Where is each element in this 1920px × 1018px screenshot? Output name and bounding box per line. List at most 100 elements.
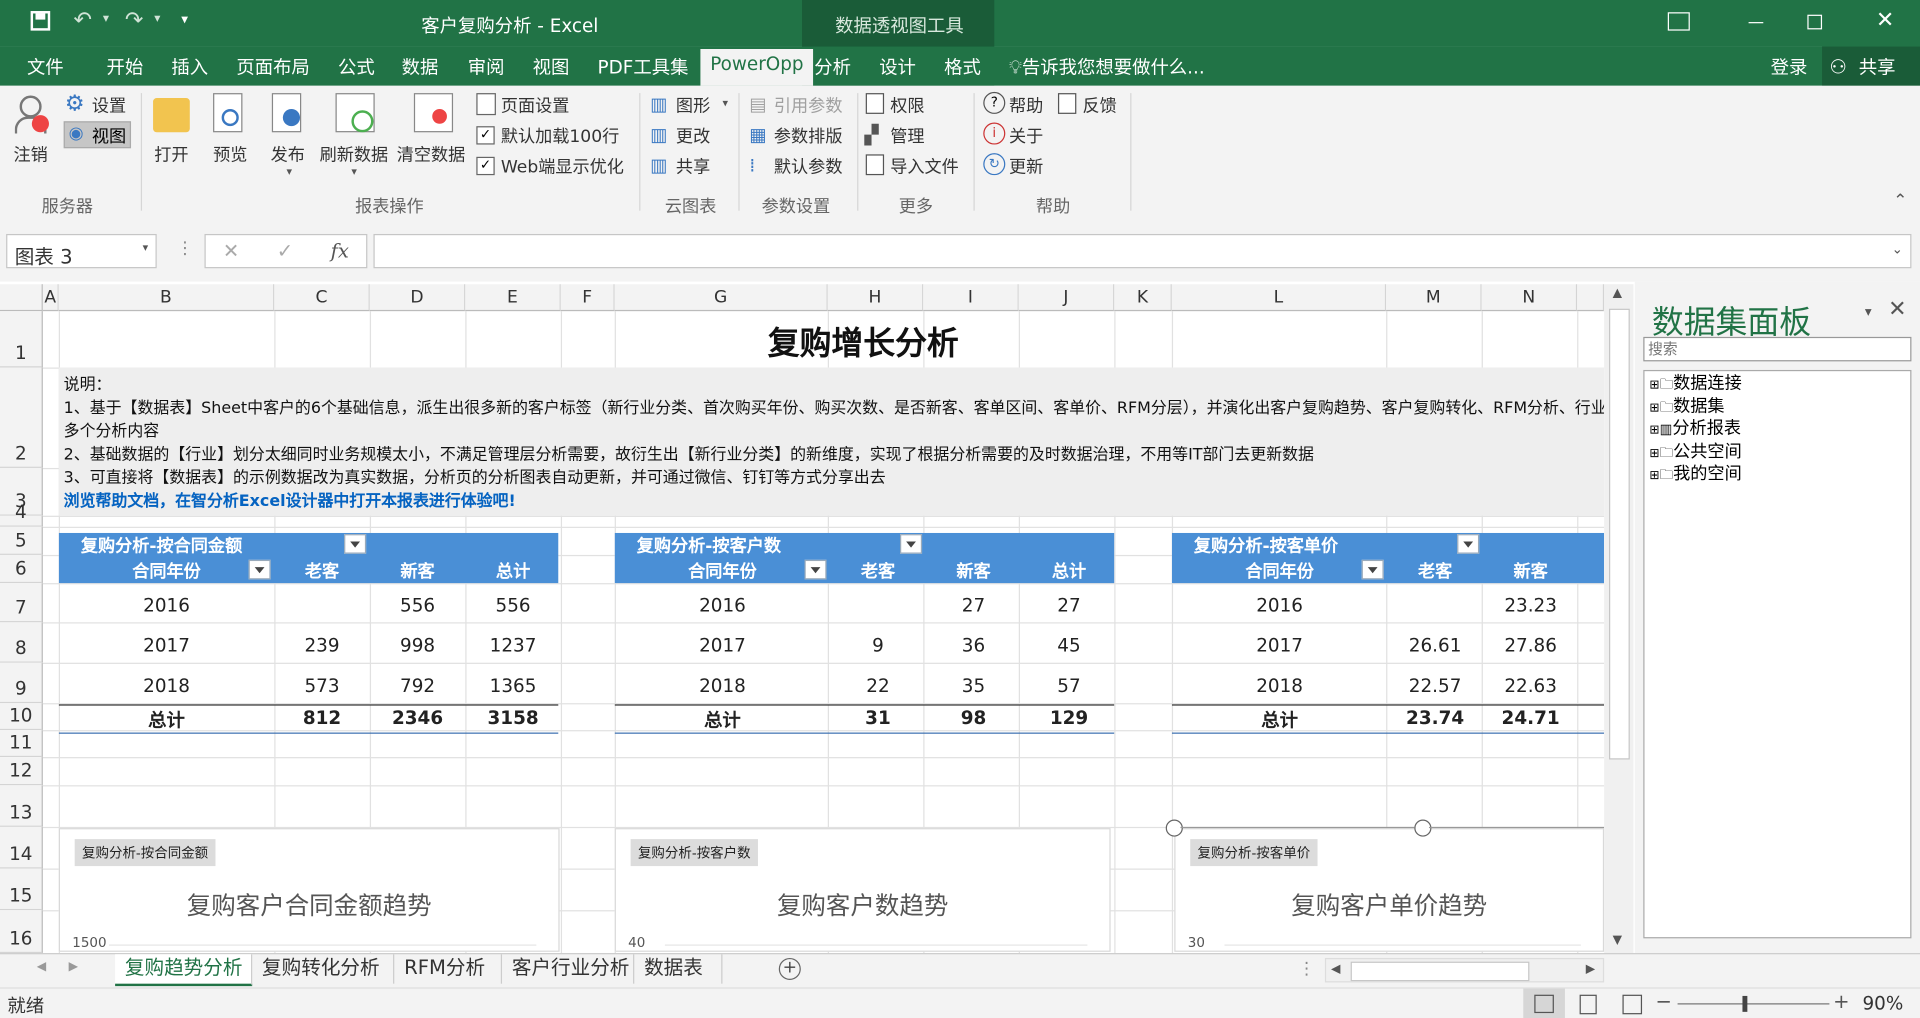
pivot-cell[interactable]: 23.23 [1483, 594, 1579, 616]
update-button[interactable]: 更新 [1009, 154, 1043, 179]
name-box[interactable]: 图表 3 ▾ [6, 233, 157, 269]
preview-button[interactable]: 预览 [213, 142, 247, 167]
pivot-total-cell[interactable]: 24.71 [1483, 707, 1579, 729]
pivot-cell[interactable]: 27 [926, 594, 1022, 616]
tree-item-analysis-report[interactable]: ⊞▥分析报表 [1649, 419, 1905, 442]
pivot-cell[interactable]: 2016 [1172, 594, 1388, 616]
refresh-data-button[interactable]: 刷新数据 [320, 142, 389, 167]
row-header[interactable]: 6 [0, 554, 43, 584]
sign-in-link[interactable]: 登录 [1771, 54, 1808, 80]
hscroll-thumb[interactable] [1350, 961, 1530, 982]
share-chart-button[interactable]: 共享 [676, 154, 710, 179]
column-header[interactable]: N [1481, 284, 1578, 312]
pivot-table[interactable]: 复购分析-按客单价 合同年份老客新客2201623.232201726.6127… [1171, 532, 1605, 734]
minimize-icon[interactable] [1748, 22, 1764, 24]
save-icon[interactable] [30, 11, 51, 31]
shape-dropdown-icon[interactable]: ▾ [722, 98, 728, 110]
pivot-total-cell[interactable]: 31 [830, 707, 926, 729]
tab-analyze[interactable]: 分析 [814, 54, 851, 80]
cancel-icon[interactable]: ✕ [223, 239, 239, 262]
manage-button[interactable]: 管理 [890, 124, 924, 149]
help-button[interactable]: 帮助 [1009, 93, 1043, 118]
expand-icon[interactable]: ⊞ [1649, 424, 1659, 437]
settings-button[interactable]: 设置 [92, 93, 126, 118]
param-layout-button[interactable]: 参数排版 [774, 124, 843, 149]
chart[interactable]: 复购分析-按客户数 复购客户数趋势 40 [614, 828, 1111, 952]
pivot-cell[interactable]: 2018 [1172, 675, 1388, 697]
open-button[interactable]: 打开 [154, 142, 188, 167]
import-file-button[interactable]: 导入文件 [890, 154, 959, 179]
tree-item-my-space[interactable]: ⊞🗀︎我的空间 [1649, 464, 1905, 487]
panel-options-icon[interactable]: ▾ [1865, 304, 1872, 320]
publish-dropdown-icon[interactable]: ▾ [287, 167, 293, 179]
expand-icon[interactable]: ⊞ [1649, 469, 1659, 482]
column-header[interactable]: E [465, 284, 561, 312]
hscroll-left-icon[interactable]: ◀ [1331, 963, 1340, 976]
row-header[interactable]: 8 [0, 622, 43, 663]
pivot-cell[interactable]: 22.63 [1483, 675, 1579, 697]
tree-item-data-connection[interactable]: ⊞🗀︎数据连接 [1649, 374, 1905, 397]
row-header[interactable]: 15 [0, 868, 43, 911]
name-box-dropdown-icon[interactable]: ▾ [143, 243, 149, 255]
chart[interactable]: 复购分析-按客单价 复购客户单价趋势 30 [1174, 828, 1605, 952]
pivot-total-cell[interactable]: 23.74 [1387, 707, 1483, 729]
page-layout-view-icon[interactable] [1579, 994, 1597, 1015]
row-header[interactable]: 11 [0, 730, 43, 758]
expand-icon[interactable]: ⊞ [1649, 379, 1659, 392]
column-header[interactable]: B [58, 284, 275, 312]
tab-view[interactable]: 视图 [533, 54, 570, 80]
column-header[interactable] [1577, 284, 1605, 312]
pivot-cell[interactable]: 2 [1578, 635, 1604, 657]
normal-view-icon[interactable] [1523, 988, 1565, 1018]
column-header[interactable]: H [827, 284, 924, 312]
pivot-cell[interactable]: 2018 [59, 675, 275, 697]
chart[interactable]: 复购分析-按合同金额 复购客户合同金额趋势 1500 [58, 828, 560, 952]
horizontal-scrollbar[interactable]: ◀ ▶ [1324, 957, 1605, 983]
pivot-filter-dropdown-icon[interactable] [344, 534, 367, 554]
row-header[interactable]: 14 [0, 826, 43, 869]
pivot-cell[interactable]: 9 [830, 635, 926, 657]
sheet-tab[interactable]: 复购转化分析 [252, 954, 395, 984]
clear-data-button[interactable]: 清空数据 [397, 142, 466, 167]
column-header[interactable]: I [923, 284, 1019, 312]
pivot-filter-dropdown-icon[interactable] [900, 534, 923, 554]
pivot-cell[interactable]: 2017 [615, 635, 831, 657]
pivot-total-cell[interactable]: 总计 [1172, 707, 1388, 733]
pivot-table[interactable]: 复购分析-按合同金额 合同年份 老客 新客 总计 2016 556 556 2017 239 99… [58, 532, 559, 734]
row-header[interactable]: 7 [0, 583, 43, 623]
zoom-slider[interactable] [1677, 1003, 1830, 1005]
formula-input[interactable]: ⌄ [373, 233, 1912, 269]
sheet-tab[interactable]: 客户行业分析 [502, 954, 635, 984]
pivot-table[interactable]: 复购分析-按客户数 合同年份 老客 新客 总计 2016 27 27 2017 9 36 45 201… [614, 532, 1115, 734]
shape-button[interactable]: 图形 [676, 93, 710, 118]
pivot-cell[interactable]: 556 [465, 594, 558, 616]
row-header[interactable]: 4 [0, 501, 43, 527]
pivot-cell[interactable]: 2017 [59, 635, 275, 657]
pivot-cell[interactable]: 45 [1021, 635, 1114, 657]
scroll-down-icon[interactable]: ▼ [1613, 933, 1622, 946]
row-header[interactable]: 2 [0, 367, 43, 468]
sheet-tab[interactable]: 数据表 [634, 954, 723, 984]
pivot-cell[interactable]: 2018 [615, 675, 831, 697]
customize-qat-icon[interactable]: ▾ [181, 11, 188, 27]
row-header[interactable]: 9 [0, 662, 43, 704]
tab-data[interactable]: 数据 [402, 54, 439, 80]
pivot-cell[interactable]: 1237 [465, 635, 558, 657]
pivot-total-cell[interactable]: 129 [1021, 707, 1114, 729]
page-setup-button[interactable]: 页面设置 [501, 93, 570, 118]
pivot-cell[interactable]: 36 [926, 635, 1022, 657]
zoom-slider-thumb[interactable] [1742, 995, 1748, 1012]
pivot-cell[interactable]: 998 [370, 635, 466, 657]
share-button[interactable]: ⚇ 共享 [1822, 46, 1920, 86]
select-all-corner[interactable] [0, 284, 43, 312]
pivot-cell[interactable]: 239 [274, 635, 370, 657]
chart-tag[interactable]: 复购分析-按合同金额 [74, 839, 216, 867]
permission-button[interactable]: 权限 [890, 93, 924, 118]
row-header[interactable]: 12 [0, 757, 43, 786]
tab-split-handle[interactable]: ⋮ [1298, 959, 1315, 979]
panel-search-input[interactable] [1643, 336, 1912, 362]
page-break-view-icon[interactable] [1622, 994, 1643, 1015]
row-header[interactable]: 5 [0, 526, 43, 555]
column-header[interactable]: L [1171, 284, 1387, 312]
column-header[interactable]: F [560, 284, 615, 312]
